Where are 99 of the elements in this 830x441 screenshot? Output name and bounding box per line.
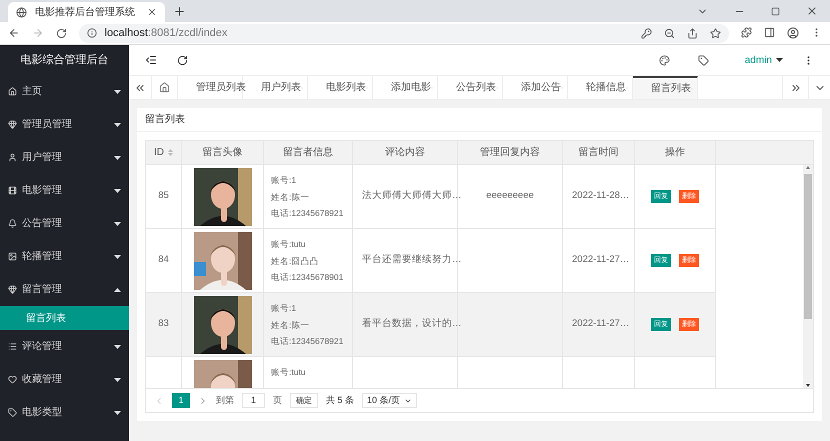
caret-icon <box>776 58 783 62</box>
table-cell-text: 账号:1 <box>271 302 298 315</box>
scroll-down-icon[interactable] <box>805 382 811 388</box>
caret-icon <box>114 156 121 160</box>
page-tab[interactable]: 留言列表 <box>633 76 698 99</box>
user-menu[interactable]: admin <box>744 52 783 68</box>
page-size-select[interactable]: 10 条/页 <box>362 393 418 408</box>
menu-item-icon <box>8 153 17 162</box>
table-cell-text: 电话:12345678921 <box>271 335 344 348</box>
page-unit-label: 页 <box>273 394 282 407</box>
sidebar-item[interactable]: 公告管理 <box>0 207 129 240</box>
sidebar-item[interactable]: 留言管理 <box>0 273 129 306</box>
sidebar-item[interactable]: 电影管理 <box>0 174 129 207</box>
menu-toggle-icon[interactable] <box>145 54 157 66</box>
caret-icon <box>114 188 121 192</box>
table-cell-text: 姓名:囧凸凸 <box>271 254 320 268</box>
menu-item-icon <box>8 285 17 294</box>
confirm-button[interactable]: 确定 <box>290 393 318 408</box>
key-icon[interactable] <box>641 28 652 38</box>
table-cell-text: 83 <box>158 317 169 332</box>
table-cell-text: 电话:12345678921 <box>271 207 344 220</box>
caret-icon <box>114 410 121 414</box>
menu-item-icon <box>8 219 17 228</box>
menu-item-icon <box>8 87 17 96</box>
info-icon <box>86 28 96 38</box>
reload-icon[interactable] <box>56 28 66 38</box>
globe-icon <box>16 6 27 18</box>
table-cell-text: 姓名:陈一 <box>271 190 310 204</box>
card-title: 留言列表 <box>137 108 822 132</box>
caret-icon <box>114 90 121 94</box>
caret-icon <box>114 222 121 226</box>
goto-label: 到第 <box>216 394 234 407</box>
sidebar-item[interactable]: 评论管理 <box>0 330 129 363</box>
table-cell-text: 2022-11-28… <box>572 189 630 204</box>
star-icon[interactable] <box>710 28 722 38</box>
column-header: 留言头像 <box>182 141 264 164</box>
extensions-icon[interactable] <box>741 27 752 38</box>
menu-item-icon <box>8 375 17 384</box>
tag-icon[interactable] <box>698 54 709 66</box>
sidebar-item[interactable]: 主页 <box>0 75 129 108</box>
table-cell-text: 账号:tutu <box>271 366 307 379</box>
column-header: 管理回复内容 <box>458 141 563 164</box>
close-icon[interactable] <box>147 7 157 17</box>
sidebar-subitem[interactable]: 留言列表 <box>0 306 129 330</box>
table-cell-text: eeeeeeeee <box>486 189 534 204</box>
new-tab-icon[interactable] <box>173 5 186 18</box>
caret-icon <box>114 344 121 348</box>
table-cell-text: 法大师傅大师傅大师… <box>362 189 462 204</box>
back-icon[interactable] <box>8 27 20 39</box>
page-tab[interactable]: 管理员列表 <box>178 76 243 99</box>
sidebar-item[interactable]: 电影类型 <box>0 396 129 429</box>
column-header: 留言时间 <box>563 141 635 164</box>
sidebar-item[interactable]: 管理员管理 <box>0 108 129 141</box>
table-cell-text: 账号:1 <box>271 174 298 187</box>
side-panel-icon[interactable] <box>764 27 776 38</box>
menu-item-icon <box>8 252 17 261</box>
theme-icon[interactable] <box>658 54 670 66</box>
page-tab[interactable]: 添加公告 <box>503 76 568 99</box>
page-tab[interactable]: 公告列表 <box>438 76 503 99</box>
share-icon[interactable] <box>687 28 698 38</box>
page-tab[interactable]: 添加电影 <box>373 76 438 99</box>
menu-item-icon <box>8 186 17 195</box>
browser-tab[interactable]: 电影推荐后台管理系统 <box>8 2 165 22</box>
restore-icon[interactable] <box>771 6 780 16</box>
sidebar-item[interactable]: 收藏管理 <box>0 363 129 396</box>
table-cell-text: 平台还需要继续努力… <box>362 253 462 268</box>
close-icon[interactable] <box>806 5 818 17</box>
table-cell-text: 姓名:陈一 <box>271 318 310 332</box>
table-cell-text: 84 <box>158 253 169 268</box>
page-tab[interactable]: 电影列表 <box>308 76 373 99</box>
column-header: 操作 <box>635 141 716 164</box>
address-bar[interactable]: localhost:8081/zcdl/index <box>78 24 730 42</box>
scrollbar[interactable] <box>803 165 813 388</box>
column-header: 评论内容 <box>353 141 458 164</box>
menu-item-icon <box>8 120 17 129</box>
table-cell-text: 2022-11-27… <box>572 317 630 332</box>
page-button[interactable]: 1 <box>172 393 190 408</box>
menu-item-icon <box>8 408 17 417</box>
sidebar-item[interactable]: 用户管理 <box>0 141 129 174</box>
caret-icon <box>114 378 121 382</box>
profile-icon[interactable] <box>787 27 800 39</box>
caret-icon <box>114 122 121 126</box>
caret-icon <box>114 288 121 292</box>
sidebar-item[interactable]: 轮播管理 <box>0 240 129 273</box>
total-count: 共 5 条 <box>326 394 354 407</box>
home-icon <box>159 82 170 93</box>
column-header: 留言者信息 <box>264 141 353 164</box>
menu-item-icon <box>8 342 17 351</box>
refresh-icon[interactable] <box>177 54 188 66</box>
table-cell-text: 85 <box>158 189 169 204</box>
zoom-icon[interactable] <box>664 28 676 38</box>
table-cell-text: 电话:12345678901 <box>271 271 344 284</box>
table-cell-text: 看平台数据，设计的… <box>362 317 462 332</box>
sidebar-title: 电影综合管理后台 <box>20 52 110 68</box>
table-cell-text: 2022-11-27… <box>572 253 630 268</box>
table-cell-text: 账号:tutu <box>271 238 307 251</box>
column-header[interactable]: ID <box>146 141 182 164</box>
caret-icon <box>114 254 121 258</box>
page-input[interactable]: 1 <box>242 393 265 408</box>
